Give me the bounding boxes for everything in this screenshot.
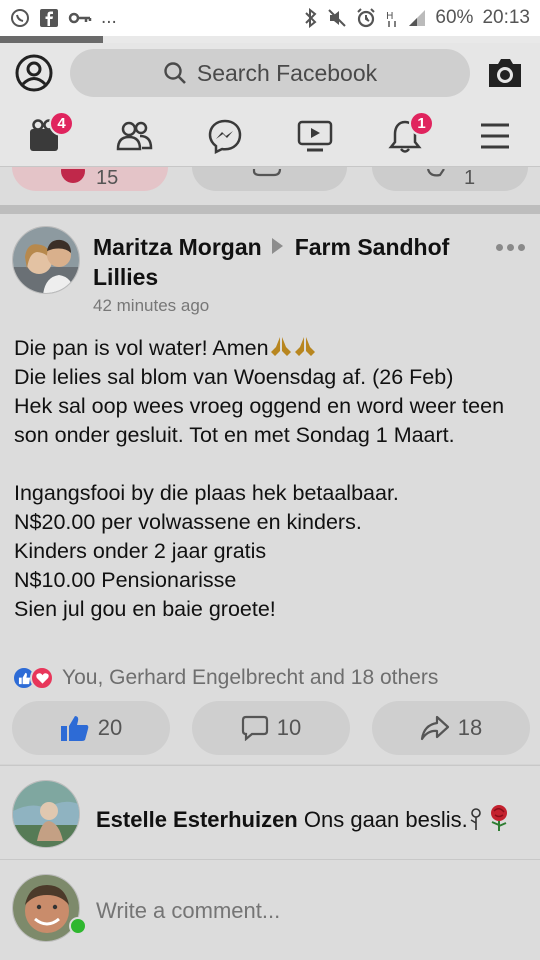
love-reaction-icon xyxy=(61,169,85,183)
messenger-icon xyxy=(208,119,242,154)
tab-watch[interactable]: 4 xyxy=(22,111,74,157)
prev-share-button[interactable]: 1 xyxy=(372,167,528,191)
search-placeholder: Search Facebook xyxy=(196,59,378,86)
search-icon xyxy=(164,62,186,84)
online-status-dot xyxy=(69,917,87,935)
facebook-icon xyxy=(39,8,59,28)
clock: 20:13 xyxy=(482,7,530,28)
battery-percent: 60% xyxy=(435,7,474,28)
more-options-button[interactable] xyxy=(496,244,525,251)
praying-hands-icon xyxy=(270,337,291,356)
nav-tabs: 4 1 xyxy=(0,105,540,167)
mute-icon xyxy=(327,8,347,28)
commenter-avatar[interactable] xyxy=(12,780,80,848)
like-count: 20 xyxy=(97,715,123,740)
status-ellipsis: ... xyxy=(101,7,117,28)
commenter-name[interactable]: Estelle Esterhuizen xyxy=(96,807,298,832)
post-author-line: Maritza Morgan Farm Sandhof Lillies xyxy=(93,232,478,292)
prev-like-count: 15 xyxy=(96,167,119,189)
post-author-avatar[interactable] xyxy=(12,226,80,294)
more-dot-icon xyxy=(518,244,525,251)
video-icon xyxy=(297,120,333,152)
share-icon xyxy=(426,169,445,177)
svg-text:H: H xyxy=(386,11,394,22)
tab-video[interactable] xyxy=(292,115,338,157)
comment-icon xyxy=(241,715,268,741)
more-dot-icon xyxy=(507,244,514,251)
top-header: Search Facebook xyxy=(0,43,540,105)
share-button[interactable]: 18 xyxy=(372,701,530,755)
reactions-text: You, Gerhard Engelbrecht and 18 others xyxy=(62,666,439,689)
watch-badge: 4 xyxy=(49,111,74,136)
tab-menu[interactable] xyxy=(472,115,518,157)
search-bar[interactable]: Search Facebook xyxy=(70,49,470,97)
share-icon xyxy=(420,715,449,741)
more-dot-icon xyxy=(496,244,503,251)
menu-icon xyxy=(481,123,509,149)
camera-icon xyxy=(489,59,521,87)
comment-body: Ons gaan beslis. xyxy=(303,807,468,832)
alarm-icon xyxy=(356,8,376,28)
comment-input[interactable] xyxy=(96,898,516,924)
previous-post-actions: 15 1 xyxy=(0,167,540,205)
comment-count: 10 xyxy=(276,715,302,740)
post-divider xyxy=(0,205,540,214)
post-first-line: Die pan is vol water! Amen xyxy=(14,336,269,360)
prev-comment-button[interactable] xyxy=(192,167,347,191)
rose-icon xyxy=(490,805,507,831)
comment-button[interactable]: 10 xyxy=(192,701,350,755)
page-load-progress-fill xyxy=(0,36,103,43)
profile-button[interactable] xyxy=(14,53,54,93)
profile-icon xyxy=(15,54,53,92)
share-count: 18 xyxy=(457,715,483,740)
comment-text: Estelle Esterhuizen Ons gaan beslis. xyxy=(96,804,512,833)
comment-composer xyxy=(0,859,540,960)
notifications-badge: 1 xyxy=(409,111,434,136)
arrow-right-icon xyxy=(271,238,283,254)
tab-notifications[interactable]: 1 xyxy=(382,111,434,157)
rose-bud-icon xyxy=(470,808,481,830)
key-icon xyxy=(68,8,92,28)
prev-share-count: 1 xyxy=(464,167,476,189)
post-timestamp[interactable]: 42 minutes ago xyxy=(93,296,209,316)
post-body: Die pan is vol water! Amen Die lelies sa… xyxy=(14,334,529,624)
data-h-icon: H xyxy=(385,8,399,28)
reactions-summary[interactable]: You, Gerhard Engelbrecht and 18 others xyxy=(12,666,438,690)
tab-friends[interactable] xyxy=(112,115,158,157)
like-button[interactable]: 20 xyxy=(12,701,170,755)
signal-icon xyxy=(408,8,426,28)
whatsapp-icon xyxy=(10,8,30,28)
post-body-text: Die lelies sal blom van Woensdag af. (26… xyxy=(14,365,505,621)
praying-hands-icon xyxy=(294,337,315,356)
current-user-avatar[interactable] xyxy=(12,874,80,942)
status-bar: ... H 60% 20:13 xyxy=(0,0,540,36)
post-author-name[interactable]: Maritza Morgan xyxy=(93,234,262,260)
comment-icon xyxy=(252,169,282,177)
friends-icon xyxy=(116,121,153,151)
thumbs-up-icon xyxy=(60,716,89,741)
tab-messenger[interactable] xyxy=(202,115,248,157)
post-card: Maritza Morgan Farm Sandhof Lillies 42 mi… xyxy=(0,214,540,764)
love-reaction-icon xyxy=(30,666,54,690)
prev-like-button[interactable]: 15 xyxy=(12,167,168,191)
camera-button[interactable] xyxy=(486,55,524,91)
comment-item: Estelle Esterhuizen Ons gaan beslis. xyxy=(0,765,540,859)
page-load-progress xyxy=(0,36,540,43)
bluetooth-icon xyxy=(304,8,318,28)
